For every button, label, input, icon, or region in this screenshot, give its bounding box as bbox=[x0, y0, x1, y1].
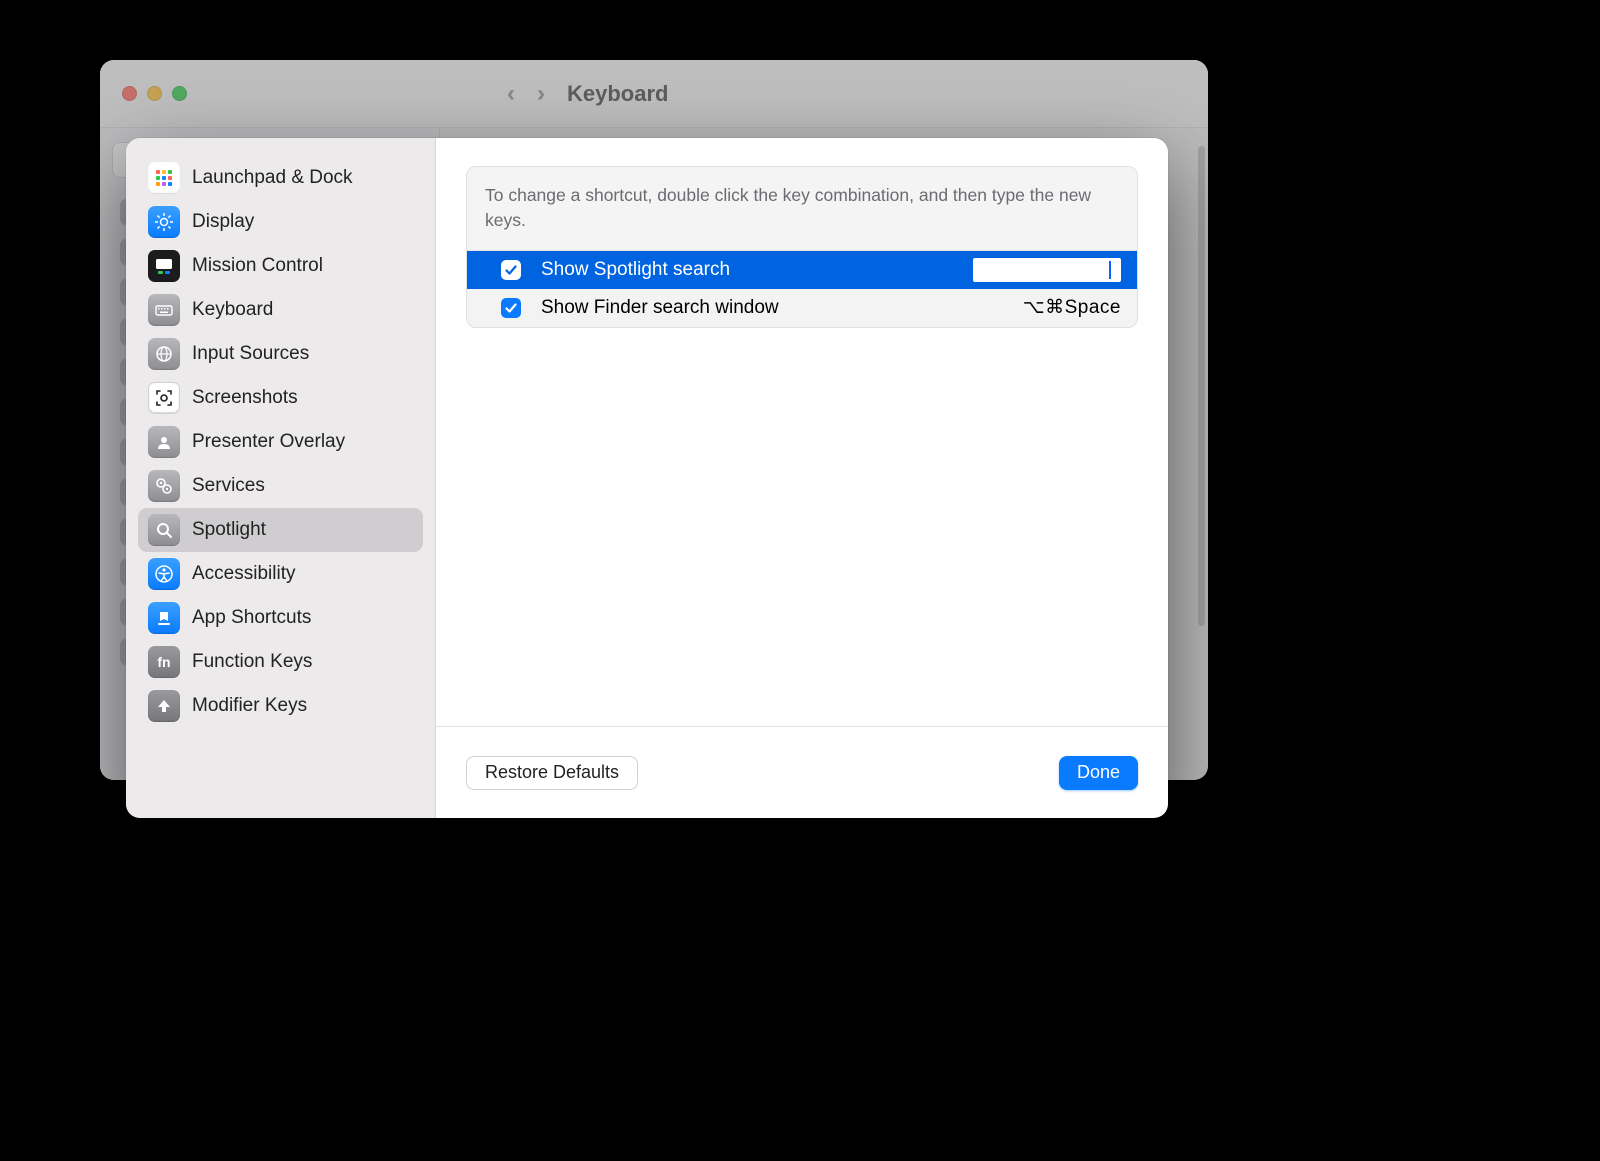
panel-instructions: To change a shortcut, double click the k… bbox=[467, 167, 1137, 251]
sidebar-item-keyboard[interactable]: Keyboard bbox=[138, 288, 423, 332]
sheet-main: To change a shortcut, double click the k… bbox=[436, 138, 1168, 818]
done-button[interactable]: Done bbox=[1059, 756, 1138, 790]
sidebar-item-label: Display bbox=[192, 211, 254, 233]
shortcuts-panel: To change a shortcut, double click the k… bbox=[466, 166, 1138, 328]
sidebar-item-label: Modifier Keys bbox=[192, 695, 307, 717]
sidebar-item-label: Keyboard bbox=[192, 299, 273, 321]
keyboard-icon bbox=[148, 294, 180, 326]
services-icon bbox=[148, 470, 180, 502]
shortcut-row-show-spotlight-search[interactable]: Show Spotlight search bbox=[467, 251, 1137, 289]
keyboard-shortcuts-sheet: Launchpad & Dock Display Mission Control bbox=[126, 138, 1168, 818]
shortcut-row-show-finder-search-window[interactable]: Show Finder search window ⌥⌘Space bbox=[467, 289, 1137, 327]
mission-control-icon bbox=[148, 250, 180, 282]
shortcut-label: Show Spotlight search bbox=[541, 259, 953, 281]
display-icon bbox=[148, 206, 180, 238]
sidebar-item-services[interactable]: Services bbox=[138, 464, 423, 508]
input-sources-icon bbox=[148, 338, 180, 370]
sidebar-item-modifier-keys[interactable]: Modifier Keys bbox=[138, 684, 423, 728]
presenter-overlay-icon bbox=[148, 426, 180, 458]
sidebar-item-label: App Shortcuts bbox=[192, 607, 311, 629]
sidebar-item-label: Launchpad & Dock bbox=[192, 167, 353, 189]
spotlight-icon bbox=[148, 514, 180, 546]
sidebar-item-screenshots[interactable]: Screenshots bbox=[138, 376, 423, 420]
sidebar-item-accessibility[interactable]: Accessibility bbox=[138, 552, 423, 596]
sidebar-item-launchpad-dock[interactable]: Launchpad & Dock bbox=[138, 156, 423, 200]
sheet-footer: Restore Defaults Done bbox=[436, 726, 1168, 818]
sidebar-item-label: Accessibility bbox=[192, 563, 295, 585]
sidebar-item-label: Services bbox=[192, 475, 265, 497]
modifier-keys-icon bbox=[148, 690, 180, 722]
sidebar-item-label: Presenter Overlay bbox=[192, 431, 345, 453]
launchpad-icon bbox=[148, 162, 180, 194]
accessibility-icon bbox=[148, 558, 180, 590]
shortcut-category-sidebar: Launchpad & Dock Display Mission Control bbox=[126, 138, 436, 818]
sidebar-item-label: Spotlight bbox=[192, 519, 266, 541]
sidebar-item-app-shortcuts[interactable]: App Shortcuts bbox=[138, 596, 423, 640]
sidebar-item-spotlight[interactable]: Spotlight bbox=[138, 508, 423, 552]
sidebar-item-display[interactable]: Display bbox=[138, 200, 423, 244]
checkbox[interactable] bbox=[501, 298, 521, 318]
shortcut-edit-field[interactable] bbox=[973, 258, 1121, 282]
sidebar-item-mission-control[interactable]: Mission Control bbox=[138, 244, 423, 288]
sidebar-item-label: Screenshots bbox=[192, 387, 298, 409]
sidebar-item-label: Mission Control bbox=[192, 255, 323, 277]
shortcut-value[interactable]: ⌥⌘Space bbox=[1023, 296, 1121, 319]
fn-icon: fn bbox=[148, 646, 180, 678]
shortcut-label: Show Finder search window bbox=[541, 297, 1003, 319]
sidebar-item-function-keys[interactable]: fn Function Keys bbox=[138, 640, 423, 684]
sidebar-item-input-sources[interactable]: Input Sources bbox=[138, 332, 423, 376]
sidebar-item-label: Function Keys bbox=[192, 651, 312, 673]
app-shortcuts-icon bbox=[148, 602, 180, 634]
checkbox[interactable] bbox=[501, 260, 521, 280]
restore-defaults-button[interactable]: Restore Defaults bbox=[466, 756, 638, 790]
sidebar-item-label: Input Sources bbox=[192, 343, 309, 365]
screenshots-icon bbox=[148, 382, 180, 414]
sidebar-item-presenter-overlay[interactable]: Presenter Overlay bbox=[138, 420, 423, 464]
